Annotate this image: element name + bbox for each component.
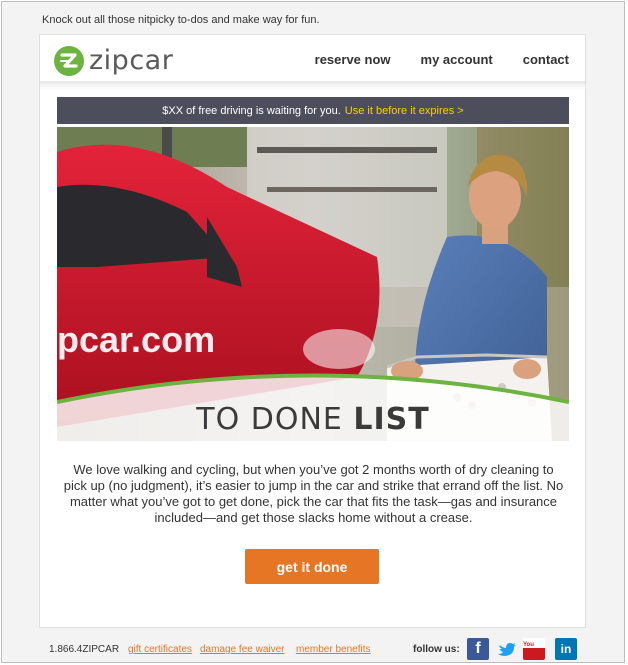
car-decal-text: pcar.com bbox=[57, 319, 215, 360]
footer: 1.866.4ZIPCAR gift certificates damage f… bbox=[0, 636, 628, 662]
header-divider bbox=[40, 81, 585, 89]
footer-link-member-benefits[interactable]: member benefits bbox=[296, 644, 370, 655]
promo-banner: $XX of free driving is waiting for you. … bbox=[57, 97, 569, 124]
youtube-glyph: You Tube bbox=[523, 642, 537, 655]
top-nav: reserve now my account contact bbox=[285, 52, 569, 67]
hero-headline: TO DONE LIST bbox=[195, 402, 429, 437]
preheader-text: Knock out all those nitpicky to-dos and … bbox=[42, 14, 320, 26]
nav-my-account[interactable]: my account bbox=[421, 52, 493, 67]
zipcar-logo-icon bbox=[54, 45, 84, 76]
promo-link[interactable]: Use it before it expires > bbox=[345, 105, 464, 117]
nav-reserve-now[interactable]: reserve now bbox=[315, 52, 391, 67]
linkedin-glyph: in bbox=[560, 642, 572, 656]
promo-text: $XX of free driving is waiting for you. bbox=[162, 104, 341, 117]
logo-wordmark: zipcar bbox=[89, 45, 174, 76]
get-it-done-button[interactable]: get it done bbox=[245, 549, 379, 584]
footer-link-damage-fee-waiver[interactable]: damage fee waiver bbox=[200, 644, 285, 655]
youtube-icon[interactable]: You Tube bbox=[523, 638, 545, 660]
body-copy: We love walking and cycling, but when yo… bbox=[63, 462, 564, 525]
footer-phone: 1.866.4ZIPCAR bbox=[49, 644, 120, 655]
hero-headline-bold: LIST bbox=[353, 402, 429, 437]
facebook-icon[interactable]: f bbox=[467, 638, 489, 660]
twitter-icon[interactable] bbox=[495, 638, 517, 660]
zipcar-logo[interactable]: zipcar bbox=[54, 45, 173, 76]
hero-headline-light: TO DONE bbox=[195, 402, 353, 437]
follow-us-label: follow us: bbox=[413, 644, 460, 655]
facebook-glyph: f bbox=[475, 640, 481, 657]
linkedin-icon[interactable]: in bbox=[555, 638, 577, 660]
email-card: zipcar reserve now my account contact $X… bbox=[39, 34, 586, 628]
hero-image[interactable]: pcar.com TO DONE LIST bbox=[57, 127, 569, 441]
nav-contact[interactable]: contact bbox=[523, 52, 569, 67]
footer-link-gift-certificates[interactable]: gift certificates bbox=[128, 644, 192, 655]
